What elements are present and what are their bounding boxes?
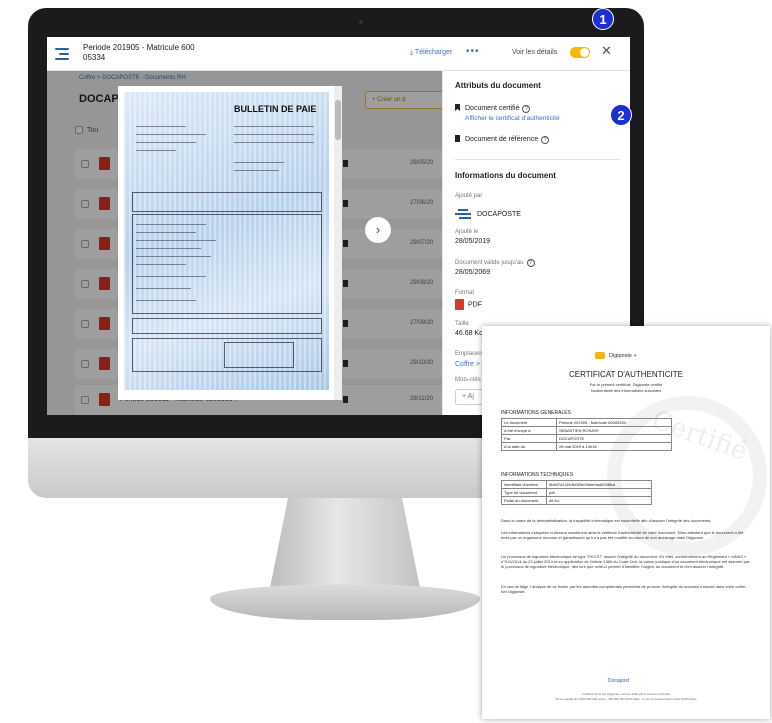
- table-row: Identifiant d'archive 5bf4f7d142c3b0f2b09…: [501, 480, 652, 489]
- document-title-line1: Periode 201905 - Matricule 600: [83, 43, 195, 52]
- certified-row: Document certifié?: [455, 104, 531, 113]
- certified-icon: [455, 104, 460, 111]
- file-icon: [455, 135, 460, 142]
- digiposte-logo-icon: [595, 352, 605, 359]
- table-cell: DOCAPOSTE: [556, 434, 672, 443]
- table-cell: 5bf4f7d142c3b0f2b09bee9ad0288fcd: [546, 480, 652, 489]
- certificate-paragraph-2: Les informations indiquées ci-dessus con…: [501, 530, 744, 540]
- certificate-subtitle-1: Par le présent certificat, Digiposte cer…: [589, 382, 663, 387]
- docaposte-logo-icon: [455, 207, 471, 221]
- keywords-label: Mots-clés: [455, 377, 481, 383]
- certificate-footer-1: Certificat émis par Digiposte, service é…: [582, 692, 670, 696]
- info-title: Informations du document: [455, 171, 556, 180]
- table-cell: pdf: [546, 488, 652, 497]
- added-by-label: Ajouté par: [455, 193, 483, 199]
- size-value: 46.68 Ko: [455, 330, 484, 337]
- table-cell: SEBASTIEN ROSAYE: [556, 426, 672, 435]
- certificate-paragraph-1: Dans le cadre de la dématérialisation, l…: [501, 518, 712, 523]
- table-row: Par DOCAPOSTE: [501, 434, 672, 443]
- added-on-label: Ajouté le: [455, 229, 479, 235]
- authenticity-certificate: Certifié Digiposte + CERTIFICAT D'AUTHEN…: [482, 326, 770, 719]
- attributes-title: Attributs du document: [455, 81, 541, 90]
- format-label: Format: [455, 290, 475, 296]
- table-cell: Identifiant d'archive: [501, 480, 547, 489]
- divider: [455, 159, 620, 160]
- table-row: Type de document pdf: [501, 488, 652, 497]
- general-info-table: Le document Periode 201905 - Matricule 60…: [501, 418, 672, 451]
- certified-label: Document certifié: [465, 105, 520, 112]
- location-label: Emplacen: [455, 351, 482, 357]
- technical-info-table: Identifiant d'archive 5bf4f7d142c3b0f2b09…: [501, 480, 652, 505]
- digiposte-logo: Digiposte +: [595, 352, 637, 359]
- next-page-button[interactable]: ›: [365, 217, 391, 243]
- callout-badge-2: 2: [610, 104, 632, 126]
- table-row: Le document Periode 201905 - Matricule 60…: [501, 418, 672, 427]
- docapost-logo: Docapost: [608, 678, 630, 684]
- table-row: A été envoyé à SEBASTIEN ROSAYE: [501, 426, 672, 435]
- added-by-text: DOCAPOSTE: [477, 210, 521, 218]
- more-options-button[interactable]: •••: [466, 46, 480, 57]
- document-title-line2: 05334: [83, 53, 106, 62]
- technical-info-title: INFORMATIONS TECHNIQUES: [501, 472, 574, 478]
- table-cell: Type de document: [501, 488, 547, 497]
- digiposte-logo-text: Digiposte +: [609, 353, 637, 359]
- valid-until-value: 28/05/2069: [455, 269, 491, 276]
- table-cell: 28 mai 2019 à 14h16: [556, 442, 672, 451]
- format-value: PDF: [455, 299, 482, 310]
- download-label: Télécharger: [414, 49, 453, 56]
- certificate-subtitle-2: l'authenticité des informations suivante…: [590, 388, 662, 393]
- table-cell: Poids du document: [501, 496, 547, 505]
- monitor-base: [210, 584, 480, 620]
- menu-icon[interactable]: [55, 48, 69, 63]
- general-info-title: INFORMATIONS GENERALES: [501, 410, 571, 416]
- table-cell: Par: [501, 434, 557, 443]
- callout-badge-1: 1: [592, 8, 614, 30]
- added-by-value: DOCAPOSTE: [455, 207, 521, 221]
- close-button[interactable]: ✕: [601, 43, 612, 59]
- location-value[interactable]: Coffre >: [455, 361, 480, 368]
- certificate-paragraph-4: En cas de litige, l'analyse de ce fichie…: [501, 584, 747, 594]
- reference-label: Document de référence: [465, 136, 539, 143]
- size-label: Taille: [455, 321, 469, 327]
- viewer-header: Periode 201905 - Matricule 600 05334 ⤓ T…: [47, 37, 630, 71]
- table-cell: A la date du: [501, 442, 557, 451]
- document-preview: BULLETIN DE PAIE: [118, 86, 342, 400]
- table-cell: Periode 201905 - Matricule 60005334: [556, 418, 672, 427]
- help-icon[interactable]: ?: [522, 105, 531, 113]
- valid-until-text: Document valide jusqu'au: [455, 260, 524, 266]
- document-title: Periode 201905 - Matricule 600 05334: [83, 43, 253, 63]
- download-button[interactable]: ⤓ Télécharger: [410, 49, 452, 57]
- table-cell: 46 Ko: [546, 496, 652, 505]
- details-label: Voir les détails: [512, 49, 558, 56]
- table-row: A la date du 28 mai 2019 à 14h16: [501, 442, 672, 451]
- added-on-value: 28/05/2019: [455, 238, 491, 245]
- table-cell: A été envoyé à: [501, 426, 557, 435]
- table-cell: Le document: [501, 418, 557, 427]
- certificate-paragraph-3: Un processus de signature électronique d…: [501, 554, 750, 569]
- help-icon[interactable]: ?: [526, 259, 535, 267]
- certificate-footer-2: SA au capital de 3 800 000 000 euros - 3…: [555, 697, 697, 701]
- details-toggle[interactable]: [570, 47, 590, 58]
- certificate-title: CERTIFICAT D'AUTHENTICITE: [569, 370, 683, 379]
- payslip-title: BULLETIN DE PAIE: [234, 104, 317, 114]
- preview-scrollbar[interactable]: [334, 86, 342, 400]
- payslip-page: BULLETIN DE PAIE: [124, 92, 329, 390]
- monitor-stand: [270, 498, 420, 588]
- certificate-link[interactable]: Afficher le certificat d'authenticité: [465, 115, 560, 122]
- stage: Periode 201905 - Matricule 600 05334 ⤓ T…: [0, 0, 772, 723]
- camera: [359, 20, 363, 24]
- table-row: Poids du document 46 Ko: [501, 496, 652, 505]
- valid-until-label: Document valide jusqu'au?: [455, 259, 535, 267]
- pdf-icon: [455, 299, 464, 310]
- format-text: PDF: [468, 301, 482, 309]
- help-icon[interactable]: ?: [541, 136, 550, 144]
- reference-row: Document de référence?: [455, 135, 550, 144]
